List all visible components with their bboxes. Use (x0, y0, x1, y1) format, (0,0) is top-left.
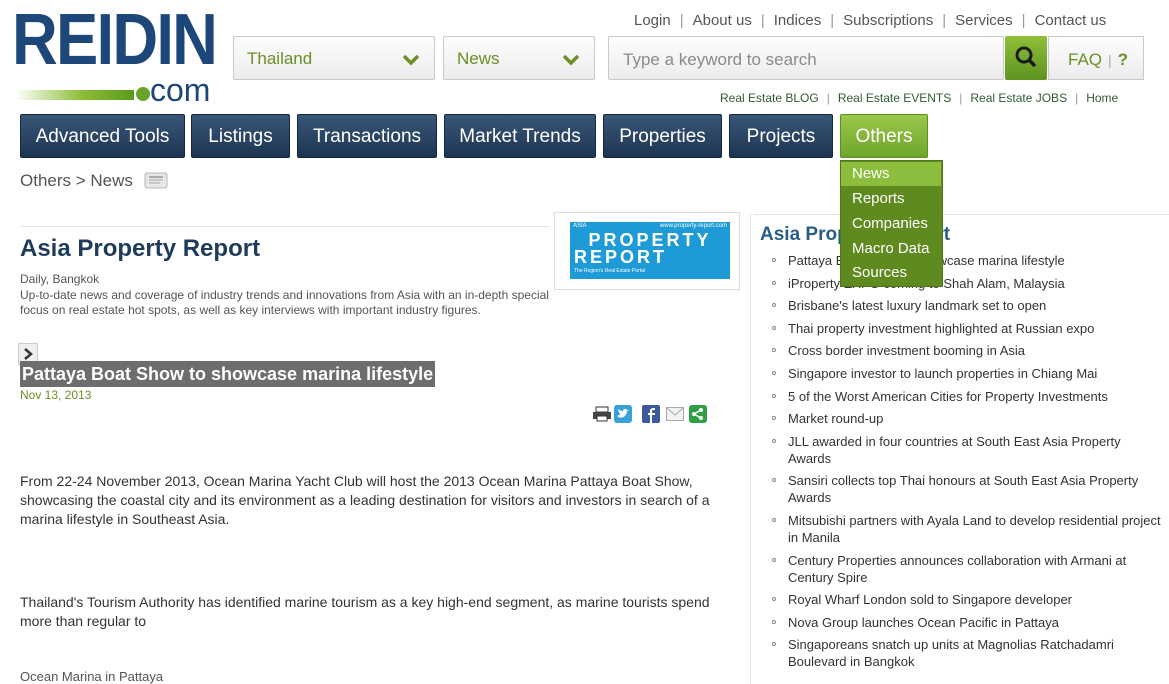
search-input[interactable]: Type a keyword to search (608, 36, 1004, 80)
list-item[interactable]: 5 of the Worst American Cities for Prope… (760, 388, 1165, 405)
services-link[interactable]: Services (955, 12, 1013, 29)
login-link[interactable]: Login (634, 12, 671, 29)
list-item[interactable]: iProperty EXPO coming to Shah Alam, Mala… (760, 275, 1165, 292)
list-item[interactable]: Thai property investment highlighted at … (760, 320, 1165, 337)
search-button[interactable] (1005, 36, 1047, 80)
list-item-link[interactable]: Royal Wharf London sold to Singapore dev… (788, 592, 1072, 607)
jobs-link[interactable]: Real Estate JOBS (970, 91, 1067, 105)
list-item[interactable]: Brisbane's latest luxury landmark set to… (760, 297, 1165, 314)
indices-link[interactable]: Indices (774, 12, 822, 29)
list-item-link[interactable]: Sansiri collects top Thai honours at Sou… (788, 473, 1138, 505)
list-item[interactable]: JLL awarded in four countries at South E… (760, 433, 1165, 467)
list-item[interactable]: Cross border investment booming in Asia (760, 342, 1165, 359)
logo-suffix: com (150, 72, 211, 108)
section-select-value: News (457, 49, 500, 68)
faq-label: FAQ (1068, 50, 1103, 69)
nav-advanced-tools[interactable]: Advanced Tools (20, 114, 185, 158)
list-item-link[interactable]: 5 of the Worst American Cities for Prope… (788, 389, 1108, 404)
nav-others[interactable]: Others (840, 114, 928, 158)
logo-line2: REPORT (574, 247, 668, 267)
breadcrumb-text: Others > News (20, 171, 133, 190)
list-item-link[interactable]: Century Properties announces collaborati… (788, 553, 1126, 585)
logo-tagline: The Region's Real Estate Portal (574, 268, 645, 274)
article-paragraph: From 22-24 November 2013, Ocean Marina Y… (20, 473, 710, 527)
chevron-down-icon (562, 54, 580, 66)
list-item[interactable]: Pattaya Boat Show to showcase marina lif… (760, 252, 1165, 269)
divider (754, 214, 1169, 215)
list-item-link[interactable]: Mitsubishi partners with Ayala Land to d… (788, 513, 1161, 545)
share-icon[interactable] (689, 405, 707, 423)
publication-meta: Daily, Bangkok (20, 272, 100, 286)
subscriptions-link[interactable]: Subscriptions (843, 12, 933, 29)
blog-link[interactable]: Real Estate BLOG (720, 91, 819, 105)
nav-properties[interactable]: Properties (603, 114, 722, 158)
logo-wordmark: REIDIN (12, 0, 218, 80)
about-link[interactable]: About us (693, 12, 752, 29)
logo-top-left: ASIA (573, 223, 587, 229)
menu-item-sources[interactable]: Sources (841, 261, 941, 285)
list-item[interactable]: Singaporeans snatch up units at Magnolia… (760, 636, 1165, 670)
print-icon[interactable] (592, 406, 612, 422)
help-icon: ? (1117, 50, 1129, 69)
facebook-icon[interactable] (642, 405, 660, 423)
nav-transactions[interactable]: Transactions (297, 114, 437, 158)
reidin-logo[interactable]: REIDIN com (12, 0, 218, 110)
logo-bar (16, 90, 134, 100)
list-item-link[interactable]: Nova Group launches Ocean Pacific in Pat… (788, 615, 1059, 630)
search-icon (1015, 46, 1037, 68)
list-item[interactable]: Nova Group launches Ocean Pacific in Pat… (760, 614, 1165, 631)
publication-title: Asia Property Report (20, 235, 261, 262)
publication-description: Up-to-date news and coverage of industry… (20, 288, 549, 317)
list-item-link[interactable]: Brisbane's latest luxury landmark set to… (788, 298, 1046, 313)
twitter-icon[interactable] (614, 405, 632, 423)
list-item[interactable]: Market round-up (760, 410, 1165, 427)
nav-market-trends[interactable]: Market Trends (444, 114, 596, 158)
menu-item-macro-data[interactable]: Macro Data (841, 237, 941, 261)
menu-item-news[interactable]: News (841, 162, 941, 186)
list-item-link[interactable]: Thai property investment highlighted at … (788, 321, 1094, 336)
sidebar-news-list: Pattaya Boat Show to showcase marina lif… (760, 252, 1165, 676)
divider (20, 226, 550, 227)
search-placeholder: Type a keyword to search (623, 50, 817, 69)
list-item-link[interactable]: Market round-up (788, 411, 883, 426)
mail-icon[interactable] (666, 407, 684, 421)
country-select-value: Thailand (247, 49, 313, 68)
chevron-down-icon (402, 54, 420, 66)
list-item[interactable]: Sansiri collects top Thai honours at Sou… (760, 472, 1165, 506)
list-item-link[interactable]: Singaporeans snatch up units at Magnolia… (788, 637, 1114, 669)
events-link[interactable]: Real Estate EVENTS (838, 91, 951, 105)
top-links: Login | About us | Indices | Subscriptions | Ser… (634, 12, 1107, 29)
section-select[interactable]: News (443, 36, 595, 80)
menu-item-reports[interactable]: Reports (841, 187, 941, 211)
menu-item-companies[interactable]: Companies (841, 212, 941, 236)
logo-dot (136, 87, 150, 101)
list-item-link[interactable]: Singapore investor to launch properties … (788, 366, 1097, 381)
breadcrumb: Others > News (20, 169, 172, 191)
list-item-link[interactable]: JLL awarded in four countries at South E… (788, 434, 1121, 466)
newspaper-icon (144, 172, 168, 189)
sidebar-divider (750, 214, 751, 684)
article-headline: Pattaya Boat Show to showcase marina lif… (20, 361, 436, 387)
nav-projects[interactable]: Projects (729, 114, 833, 158)
faq-button[interactable]: FAQ |? (1048, 36, 1144, 80)
nav-listings[interactable]: Listings (191, 114, 290, 158)
contact-link[interactable]: Contact us (1035, 12, 1107, 29)
list-item[interactable]: Century Properties announces collaborati… (760, 552, 1165, 586)
article-date: Nov 13, 2013 (20, 388, 92, 402)
logo-top-right: www.property-report.com (659, 223, 727, 229)
share-toolbar (592, 404, 716, 424)
list-item[interactable]: Mitsubishi partners with Ayala Land to d… (760, 512, 1165, 546)
publication-logo: ASIA www.property-report.com PROPERTY RE… (554, 212, 740, 290)
list-item-link[interactable]: Cross border investment booming in Asia (788, 343, 1025, 358)
home-link[interactable]: Home (1086, 91, 1118, 105)
list-item[interactable]: Royal Wharf London sold to Singapore dev… (760, 591, 1165, 608)
article-paragraph: Thailand's Tourism Authority has identif… (20, 594, 710, 629)
others-dropdown-menu: News Reports Companies Macro Data Source… (840, 160, 943, 287)
list-item[interactable]: Singapore investor to launch properties … (760, 365, 1165, 382)
secondary-links: Real Estate BLOG | Real Estate EVENTS | Real… (720, 91, 1119, 105)
country-select[interactable]: Thailand (233, 36, 435, 80)
